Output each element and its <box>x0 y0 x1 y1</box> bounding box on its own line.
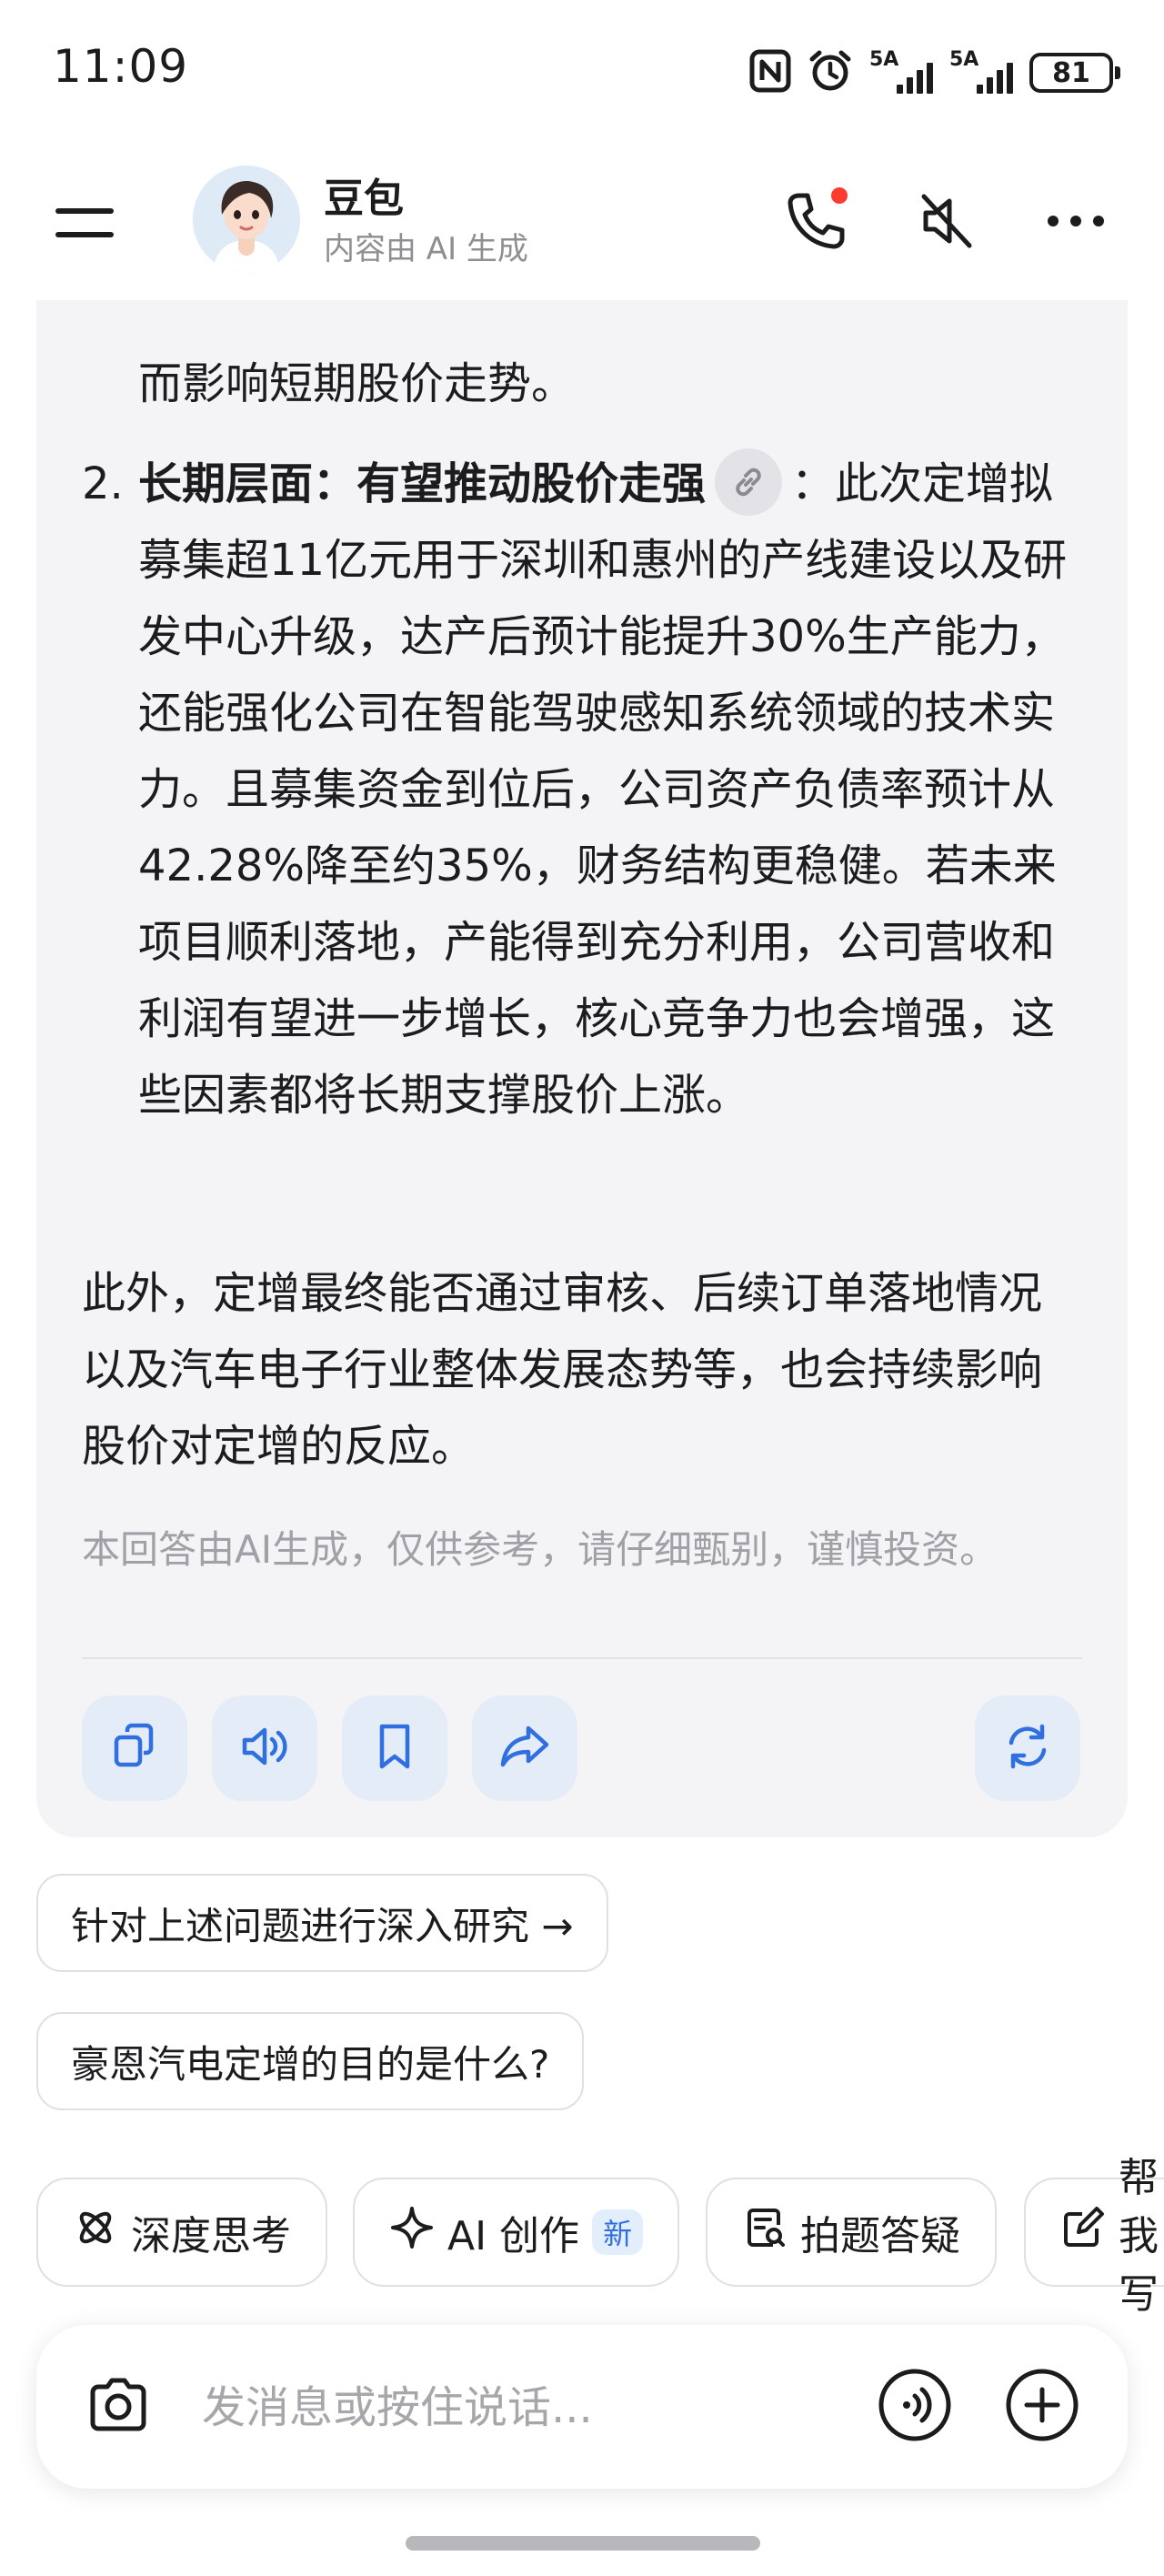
copy-button[interactable] <box>82 1696 187 1801</box>
share-button[interactable] <box>472 1696 577 1801</box>
chat-header: 豆包 内容由 AI 生成 <box>0 146 1164 300</box>
answer-paragraph: 此外，定增最终能否通过审核、后续订单落地情况以及汽车电子行业整体发展态势等，也会… <box>82 1268 1043 1472</box>
message-input[interactable] <box>200 2365 840 2450</box>
bot-name: 豆包 <box>324 176 404 222</box>
sparkle-icon <box>389 2205 435 2260</box>
menu-icon[interactable] <box>53 198 118 247</box>
refresh-icon <box>1000 1719 1055 1777</box>
battery-icon: 81 <box>1029 53 1120 93</box>
ai-create-label: AI 创作 <box>447 2213 580 2259</box>
nfc-icon <box>749 49 791 96</box>
atom-icon <box>73 2205 118 2260</box>
help-write-label: 帮我写 <box>1119 2155 1159 2318</box>
camera-button[interactable] <box>73 2361 164 2452</box>
help-write-button[interactable]: 帮我写 <box>1024 2155 1164 2318</box>
plus-circle-icon <box>1003 2366 1081 2448</box>
edit-icon <box>1060 2205 1106 2260</box>
list-item-body: ：此次定增拟募集超11亿元用于深圳和惠州的产线建设以及研发中心升级，达产后预计能… <box>138 458 1068 1121</box>
new-badge: 新 <box>592 2209 644 2255</box>
camera-icon <box>82 2369 155 2445</box>
bookmark-icon <box>372 1721 417 1776</box>
cellular-signal-1-icon: 5A <box>869 48 933 97</box>
list-number: 2. <box>82 458 124 509</box>
photo-qa-button[interactable]: 拍题答疑 <box>706 2178 997 2287</box>
regenerate-button[interactable] <box>975 1696 1080 1801</box>
status-icons: 5A 5A 81 <box>749 45 1120 100</box>
alarm-icon <box>808 48 853 97</box>
call-button[interactable] <box>775 182 857 264</box>
copy-icon <box>109 1721 160 1776</box>
voice-input-button[interactable] <box>869 2361 960 2452</box>
link-icon[interactable] <box>715 448 783 516</box>
mute-button[interactable] <box>906 182 988 264</box>
bookmark-button[interactable] <box>342 1696 447 1801</box>
voice-wave-icon <box>876 2366 954 2448</box>
answer-card: 而影响短期股价走势。 2. 长期层面：有望推动股价走强 ：此次定增拟募集超11亿元… <box>36 182 1128 1837</box>
more-icon <box>1044 212 1108 234</box>
bot-subtitle: 内容由 AI 生成 <box>324 231 528 267</box>
suggestion-chip-deep-research[interactable]: 针对上述问题进行深入研究 → <box>36 1874 608 1972</box>
speaker-icon <box>237 1721 292 1776</box>
avatar[interactable] <box>193 166 300 273</box>
divider <box>82 1657 1082 1659</box>
read-aloud-button[interactable] <box>212 1696 317 1801</box>
suggestion-chip-question[interactable]: 豪恩汽电定增的目的是什么? <box>36 2012 585 2110</box>
battery-level: 81 <box>1052 56 1090 89</box>
share-icon <box>497 1721 552 1776</box>
list-item-text: 长期层面：有望推动股价走强 ：此次定增拟募集超11亿元用于深圳和惠州的产线建设以及… <box>138 446 1084 1133</box>
message-input-bar <box>36 2325 1128 2489</box>
deep-think-button[interactable]: 深度思考 <box>36 2178 327 2287</box>
ai-create-button[interactable]: AI 创作 新 <box>353 2178 680 2287</box>
status-bar: 11:09 5A 5A 81 <box>0 0 1164 146</box>
add-button[interactable] <box>997 2361 1088 2452</box>
status-time: 11:09 <box>53 40 189 93</box>
list-item-heading: 长期层面：有望推动股价走强 <box>138 458 707 509</box>
answer-paragraph-tail: 而影响短期股价走势。 <box>138 358 576 409</box>
phone-icon <box>779 185 852 261</box>
ai-disclaimer: 本回答由AI生成，仅供参考，请仔细甄别，谨慎投资。 <box>82 1527 998 1572</box>
more-button[interactable] <box>1035 182 1117 264</box>
home-indicator[interactable] <box>406 2536 760 2551</box>
deep-think-label: 深度思考 <box>131 2213 291 2259</box>
scan-doc-icon <box>742 2205 788 2260</box>
cellular-signal-2-icon: 5A <box>949 48 1013 97</box>
photo-qa-label: 拍题答疑 <box>800 2213 960 2259</box>
speaker-muted-icon <box>915 189 978 257</box>
